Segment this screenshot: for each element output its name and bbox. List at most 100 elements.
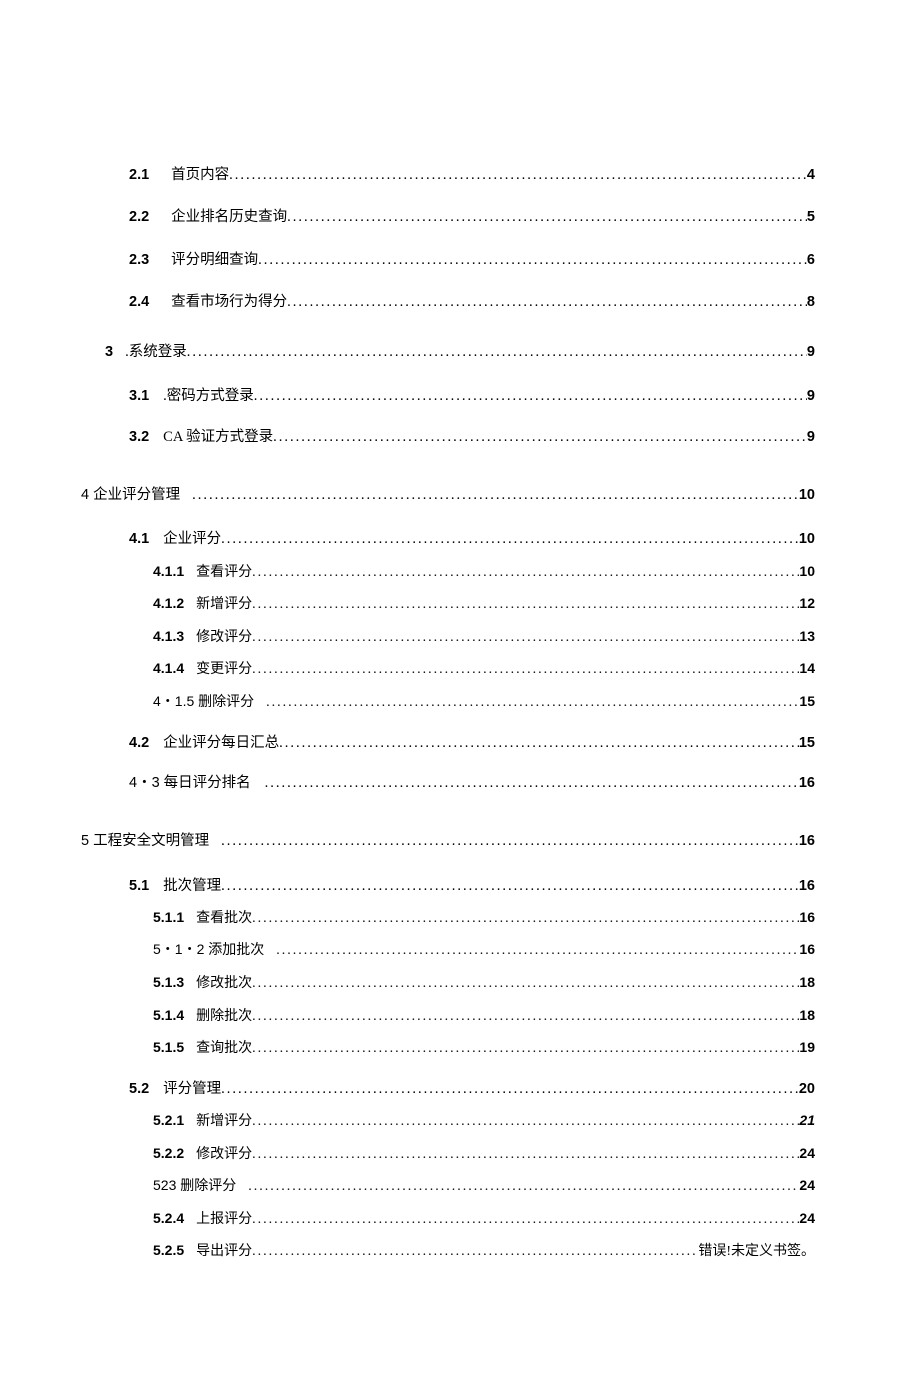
toc-leader (273, 427, 807, 447)
toc-page-number: 9 (807, 342, 815, 362)
toc-leader (252, 974, 799, 994)
toc-number: 523 删除评分 (153, 1176, 236, 1196)
toc-page-number: 16 (799, 940, 815, 960)
toc-leader (252, 1242, 698, 1262)
toc-label: 删除批次 (196, 1007, 252, 1027)
toc-entry: 5.2.4 上报评分 24 (153, 1209, 815, 1230)
toc-leader (221, 1079, 799, 1099)
toc-page-number: 16 (799, 908, 815, 928)
toc-leader (252, 563, 799, 583)
toc-leader (187, 342, 807, 362)
toc-page-number: 24 (799, 1144, 815, 1164)
toc-leader (221, 529, 799, 549)
toc-entry: 4.1.1 查看评分 10 (153, 562, 815, 583)
toc-label: 企业评分每日汇总 (163, 733, 279, 753)
toc-entry: 5.1 批次管理 16 (129, 876, 815, 896)
toc-entry: 4 企业评分管理 10 (81, 485, 815, 505)
toc-label: 修改批次 (196, 974, 252, 994)
toc-number: 5.2 (129, 1079, 149, 1099)
toc-entry: 2.3 评分明细查询 6 (129, 250, 815, 270)
toc-leader (229, 165, 807, 185)
toc-number: 5.1 (129, 876, 149, 896)
toc-page-number: 15 (799, 733, 815, 753)
toc-label: .密码方式登录 (163, 386, 254, 406)
toc-label: 变更评分 (196, 660, 252, 680)
toc-leader (252, 595, 799, 615)
toc-number: 3.2 (129, 427, 149, 447)
toc-entry: 4・1.5 删除评分 15 (153, 692, 815, 713)
toc-leader (252, 660, 799, 680)
toc-label: .系统登录 (125, 342, 187, 362)
toc-leader (192, 485, 799, 505)
toc-page-number: 9 (807, 386, 815, 406)
toc-entry: 4.1.4 变更评分 14 (153, 659, 815, 680)
toc-entry: 2.4 查看市场行为得分 8 (129, 292, 815, 312)
toc-leader (252, 1007, 799, 1027)
toc-number: 3.1 (129, 386, 149, 406)
toc-page-number: 18 (799, 973, 815, 993)
toc-label: 查看评分 (196, 563, 252, 583)
toc-page-number: 12 (799, 594, 815, 614)
toc-page-number: 10 (799, 485, 815, 505)
toc-page-number: 10 (799, 529, 815, 549)
toc-page-number: 21 (799, 1111, 815, 1131)
toc-number: 5.1.3 (153, 973, 184, 993)
toc-entry: 2.1 首页内容 4 (129, 165, 815, 185)
toc-number: 2.1 (129, 165, 149, 185)
toc-page-number: 错误!未定义书签。 (698, 1242, 815, 1262)
toc-entry: 4.2 企业评分每日汇总 15 (129, 733, 815, 753)
toc-entry: 4.1.2 新增评分 12 (153, 594, 815, 615)
toc-number: 5.2.5 (153, 1241, 184, 1261)
toc-label: 首页内容 (171, 165, 229, 185)
toc-entry: 5 工程安全文明管理 16 (81, 831, 815, 851)
toc-number: 5.2.1 (153, 1111, 184, 1131)
toc-page-number: 9 (807, 427, 815, 447)
toc-label: 新增评分 (196, 595, 252, 615)
toc-leader (252, 1145, 799, 1165)
toc-number: 4.1.2 (153, 594, 184, 614)
toc-entry: 5.1.1 查看批次 16 (153, 908, 815, 929)
toc-page-number: 13 (799, 627, 815, 647)
toc-page-number: 4 (807, 165, 815, 185)
toc-entry: 5.1.3 修改批次 18 (153, 973, 815, 994)
toc-page-number: 19 (799, 1038, 815, 1058)
toc-entry: 4.1.3 修改评分 13 (153, 627, 815, 648)
toc-number: 5.2.2 (153, 1144, 184, 1164)
toc-number: 4.1.3 (153, 627, 184, 647)
toc-leader (276, 941, 799, 961)
toc-entry: 523 删除评分 24 (153, 1176, 815, 1197)
toc-number: 5.1.1 (153, 908, 184, 928)
toc-entry: 5・1・2 添加批次 16 (153, 940, 815, 961)
toc-label: CA 验证方式登录 (163, 427, 273, 447)
toc-leader (265, 773, 799, 793)
toc-number: 3 (105, 342, 113, 362)
toc-entry: 5.1.4 删除批次 18 (153, 1006, 815, 1027)
toc-leader (252, 909, 799, 929)
toc-number: 4.1 (129, 529, 149, 549)
toc-number: 4・1.5 删除评分 (153, 692, 254, 712)
toc-page-number: 8 (807, 292, 815, 312)
toc-leader (252, 1112, 799, 1132)
toc-page-number: 15 (799, 692, 815, 712)
toc-number: 5.2.4 (153, 1209, 184, 1229)
toc-page-number: 20 (799, 1079, 815, 1099)
toc-entry: 5.2.2 修改评分 24 (153, 1144, 815, 1165)
toc-label: 评分明细查询 (171, 250, 258, 270)
toc-leader (287, 207, 807, 227)
toc-page-number: 16 (799, 773, 815, 793)
toc-leader (287, 292, 807, 312)
toc-number: 4・3 每日评分排名 (129, 773, 251, 793)
toc-number: 5.1.5 (153, 1038, 184, 1058)
toc-entry: 5.1.5 查询批次 19 (153, 1038, 815, 1059)
toc-label: 查看批次 (196, 909, 252, 929)
toc-page-number: 24 (799, 1209, 815, 1229)
toc-leader (252, 628, 799, 648)
toc-leader (248, 1177, 799, 1197)
toc-number: 2.4 (129, 292, 149, 312)
toc-entry: 2.2 企业排名历史查询 5 (129, 207, 815, 227)
toc-label: 修改评分 (196, 628, 252, 648)
toc-leader (266, 693, 799, 713)
toc-leader (252, 1039, 799, 1059)
toc-page-number: 6 (807, 250, 815, 270)
toc-label: 导出评分 (196, 1242, 252, 1262)
